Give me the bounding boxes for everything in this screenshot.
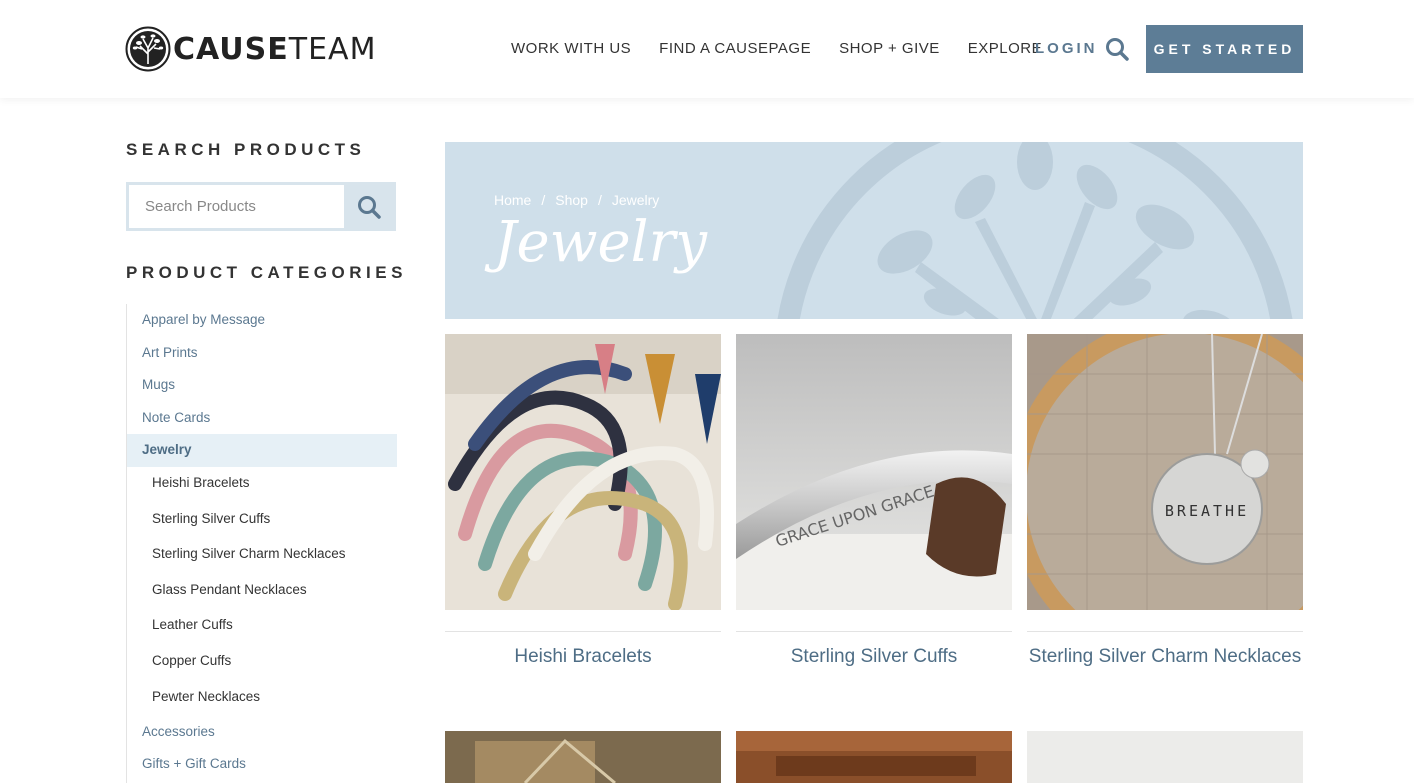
sterling-silver-cuffs-image: GRACE UPON GRACE <box>736 334 1012 610</box>
search-products-input[interactable] <box>129 185 344 228</box>
page-title: Jewelry <box>494 210 707 275</box>
nav-find-a-causepage[interactable]: FIND A CAUSEPAGE <box>659 40 811 57</box>
search-products-heading: SEARCH PRODUCTS <box>126 140 366 159</box>
product-title[interactable]: Heishi Bracelets <box>445 646 721 668</box>
product-thumbnail[interactable] <box>1027 731 1303 783</box>
subcategory-sterling-silver-cuffs[interactable]: Sterling Silver Cuffs <box>152 511 270 526</box>
breadcrumb-separator: / <box>597 192 602 208</box>
subcategory-leather-cuffs[interactable]: Leather Cuffs <box>152 617 233 632</box>
get-started-button[interactable]: GET STARTED <box>1146 25 1303 73</box>
subcategory-pewter-necklaces[interactable]: Pewter Necklaces <box>152 689 260 704</box>
category-art-prints[interactable]: Art Prints <box>142 345 198 360</box>
search-submit-button[interactable] <box>344 185 393 228</box>
subcategory-glass-pendant-necklaces[interactable]: Glass Pendant Necklaces <box>152 582 307 597</box>
subcategory-copper-cuffs[interactable]: Copper Cuffs <box>152 653 231 668</box>
subcategory-sterling-silver-charm-necklaces[interactable]: Sterling Silver Charm Necklaces <box>152 546 346 561</box>
card-divider <box>445 631 721 632</box>
nav-work-with-us[interactable]: WORK WITH US <box>511 40 631 57</box>
category-list: Apparel by Message Art Prints Mugs Note … <box>126 304 397 783</box>
card-divider <box>736 631 1012 632</box>
category-accessories[interactable]: Accessories <box>142 724 215 739</box>
product-thumbnail[interactable] <box>445 731 721 783</box>
heishi-bracelets-image <box>445 334 721 611</box>
site-header: CAUSETEAM WORK WITH US FIND A CAUSEPAGE … <box>0 0 1414 98</box>
product-thumbnail[interactable] <box>736 731 1012 783</box>
category-note-cards[interactable]: Note Cards <box>142 410 210 425</box>
causeteam-logo[interactable]: CAUSETEAM <box>125 26 376 72</box>
nav-shop-give[interactable]: SHOP + GIVE <box>839 40 940 57</box>
tree-watermark-icon <box>777 142 1293 319</box>
nav-explore[interactable]: EXPLORE <box>968 40 1042 57</box>
product-search-form <box>126 182 396 231</box>
category-apparel-by-message[interactable]: Apparel by Message <box>142 312 265 327</box>
product-title[interactable]: Sterling Silver Cuffs <box>736 646 1012 668</box>
breadcrumb-home[interactable]: Home <box>494 192 531 208</box>
login-link[interactable]: LOGIN <box>1035 40 1098 57</box>
breadcrumb-current: Jewelry <box>611 192 660 208</box>
product-title[interactable]: Sterling Silver Charm Necklaces <box>1027 646 1303 668</box>
product-categories-heading: PRODUCT CATEGORIES <box>126 263 407 282</box>
search-icon[interactable] <box>1104 36 1130 62</box>
category-banner: Home / Shop / Jewelry Jewelry <box>445 142 1303 319</box>
search-icon <box>357 195 381 219</box>
card-divider <box>1027 631 1303 632</box>
product-card-heishi-bracelets[interactable]: Heishi Bracelets <box>445 334 721 668</box>
product-card-sterling-silver-cuffs[interactable]: GRACE UPON GRACE Sterling Silver Cuffs <box>736 334 1012 668</box>
logo-wordmark: CAUSETEAM <box>173 31 377 67</box>
category-mugs[interactable]: Mugs <box>142 377 175 392</box>
breadcrumb: Home / Shop / Jewelry <box>494 192 669 208</box>
tree-logo-icon <box>125 26 171 72</box>
breadcrumb-separator: / <box>541 192 546 208</box>
main-nav: WORK WITH US FIND A CAUSEPAGE SHOP + GIV… <box>511 40 1070 57</box>
category-gifts-gift-cards[interactable]: Gifts + Gift Cards <box>142 756 246 771</box>
category-jewelry[interactable]: Jewelry <box>142 442 192 457</box>
breadcrumb-shop[interactable]: Shop <box>555 192 588 208</box>
charm-necklace-image: BREATHE <box>1008 315 1366 673</box>
product-card-sterling-silver-charm-necklaces[interactable]: BREATHE Sterling Silver Charm Necklaces <box>1008 315 1366 673</box>
subcategory-heishi-bracelets[interactable]: Heishi Bracelets <box>152 475 250 490</box>
charm-stamp: BREATHE <box>1165 502 1249 520</box>
